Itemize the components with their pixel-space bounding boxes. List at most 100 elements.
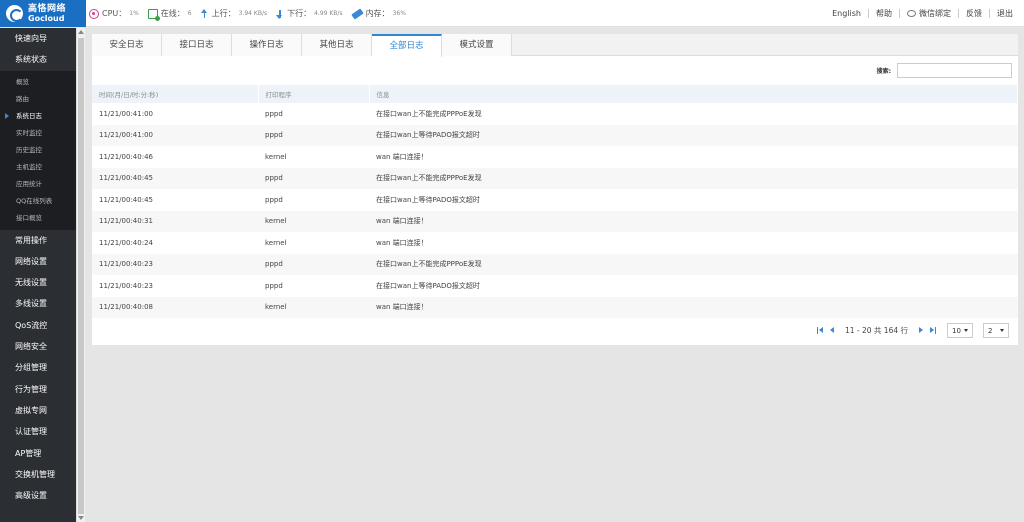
gocloud-logo-icon <box>6 5 23 22</box>
status-stats: CPU： 1% 在线： 6 上行： 3.94 KB/s 下行： 4.99 KB/… <box>89 0 410 27</box>
cpu-value: 1% <box>129 10 139 17</box>
sidebar-item-system-status[interactable]: 系统状态 <box>0 49 76 70</box>
cell-message: wan 端口连接！ <box>369 296 1018 318</box>
tab-other-log[interactable]: 其他日志 <box>302 34 372 56</box>
cell-message: 在接口wan上等待PADO报文超时 <box>376 281 480 290</box>
upload-arrow-icon <box>200 8 209 19</box>
log-tabs: 安全日志 接口日志 操作日志 其他日志 全部日志 模式设置 <box>92 34 1018 57</box>
sidebar-item-quick-guide[interactable]: 快速向导 <box>0 28 76 49</box>
sidebar-item-network-settings[interactable]: 网络设置 <box>0 251 76 272</box>
sidebar-item-multiline-settings[interactable]: 多线设置 <box>0 293 76 314</box>
cpu-stat: CPU： 1% <box>89 8 139 19</box>
table-header-row: 时间(月/日/时:分:秒) 打印程序 信息 <box>92 85 1018 103</box>
sidebar-item-group-management[interactable]: 分组管理 <box>0 357 76 378</box>
cell-time: 11/21/00:40:23 <box>99 281 153 290</box>
scroll-down-arrow-icon[interactable] <box>78 516 84 520</box>
memory-icon <box>350 7 364 20</box>
cell-message: 在接口wan上不能完成PPPoE发现 <box>369 253 1018 275</box>
upload-stat: 上行： 3.94 KB/s <box>200 8 268 19</box>
table-row: 11/21/00:41:00 pppd 在接口wan上等待PADO报文超时 <box>92 124 1018 146</box>
sidebar-subitem-route[interactable]: 路由 <box>0 91 76 108</box>
cell-program: pppd <box>258 253 369 275</box>
online-stat: 在线： 6 <box>147 8 192 21</box>
cell-message: wan 端口连接！ <box>376 152 428 161</box>
tab-interface-log[interactable]: 接口日志 <box>162 34 232 56</box>
online-value: 6 <box>187 10 192 17</box>
last-page-icon[interactable] <box>929 326 937 335</box>
wechat-icon <box>907 10 916 17</box>
sidebar-subitem-interface-overview[interactable]: 接口概览 <box>0 210 76 227</box>
memory-value: 36% <box>392 10 406 17</box>
table-row: 11/21/00:40:45 pppd 在接口wan上不能完成PPPoE发现 <box>92 167 1018 189</box>
sidebar-item-vpn[interactable]: 虚拟专网 <box>0 400 76 421</box>
sidebar-subitem-qq-online[interactable]: QQ在线列表 <box>0 193 76 210</box>
prev-page-icon[interactable] <box>828 326 836 335</box>
sidebar-subitem-overview[interactable]: 概览 <box>0 74 76 91</box>
tab-operation-log[interactable]: 操作日志 <box>232 34 302 56</box>
sidebar-item-network-security[interactable]: 网络安全 <box>0 336 76 357</box>
cell-message: 在接口wan上不能完成PPPoE发现 <box>369 167 1018 189</box>
cell-message: 在接口wan上等待PADO报文超时 <box>376 195 480 204</box>
feedback-link[interactable]: 反馈 <box>958 9 989 18</box>
download-stat: 下行： 4.99 KB/s <box>276 8 343 19</box>
brand-name-en: Gocloud <box>28 13 65 23</box>
scroll-up-arrow-icon[interactable] <box>78 30 84 34</box>
next-page-icon[interactable] <box>917 326 925 335</box>
cell-time: 11/21/00:40:24 <box>99 238 153 247</box>
chevron-down-icon <box>1000 329 1004 332</box>
sidebar-item-wireless-settings[interactable]: 无线设置 <box>0 272 76 293</box>
page-size-select[interactable]: 10 <box>947 323 973 338</box>
table-row: 11/21/00:40:23 pppd 在接口wan上不能完成PPPoE发现 <box>92 253 1018 275</box>
cell-time: 11/21/00:40:23 <box>92 253 258 275</box>
column-header-program[interactable]: 打印程序 <box>258 85 370 103</box>
sidebar-item-behavior-management[interactable]: 行为管理 <box>0 379 76 400</box>
help-link[interactable]: 帮助 <box>868 9 899 18</box>
tab-mode-settings[interactable]: 模式设置 <box>442 34 512 56</box>
download-value: 4.99 KB/s <box>314 10 343 17</box>
english-link[interactable]: English <box>825 9 868 18</box>
cell-program: pppd <box>265 281 283 290</box>
sidebar-subitem-history-monitor[interactable]: 历史监控 <box>0 142 76 159</box>
cell-program: pppd <box>265 195 283 204</box>
tab-all-log[interactable]: 全部日志 <box>372 34 442 57</box>
wechat-bind-link[interactable]: 微信绑定 <box>899 9 958 18</box>
download-arrow-icon <box>276 9 284 19</box>
search-row: 搜索: <box>877 63 1012 78</box>
cell-time: 11/21/00:41:00 <box>99 109 153 118</box>
sidebar-subitem-host-monitor[interactable]: 主机监控 <box>0 159 76 176</box>
cell-time: 11/21/00:40:46 <box>99 152 153 161</box>
sidebar-subitem-realtime-monitor[interactable]: 实时监控 <box>0 125 76 142</box>
logout-link[interactable]: 退出 <box>989 9 1020 18</box>
search-input[interactable] <box>897 63 1012 78</box>
scrollbar-thumb[interactable] <box>78 38 84 514</box>
monitor-icon <box>147 8 160 21</box>
cell-time: 11/21/00:40:31 <box>92 210 258 232</box>
table-row: 11/21/00:40:31 kernel wan 端口连接！ <box>92 210 1018 232</box>
cell-program: kernel <box>265 152 287 161</box>
cell-program: kernel <box>265 238 287 247</box>
pagination: 11 - 20 共 164 行 10 2 <box>816 323 1009 338</box>
sidebar-submenu: 概览 路由 系统日志 实时监控 历史监控 主机监控 应用统计 QQ在线列表 接口… <box>0 70 76 230</box>
upload-value: 3.94 KB/s <box>238 10 268 17</box>
column-header-time[interactable]: 时间(月/日/时:分:秒) <box>92 85 259 103</box>
brand-logo[interactable]: 高恪网络 Gocloud <box>0 0 86 27</box>
sidebar-scrollbar[interactable] <box>76 28 85 522</box>
sidebar-item-ap-management[interactable]: AP管理 <box>0 443 76 464</box>
sidebar-item-advanced-settings[interactable]: 高级设置 <box>0 485 76 506</box>
search-label: 搜索: <box>876 68 891 75</box>
page-number-select[interactable]: 2 <box>983 323 1009 338</box>
cell-program: kernel <box>258 296 369 318</box>
first-page-icon[interactable] <box>816 326 824 335</box>
cell-program: pppd <box>265 109 283 118</box>
sidebar-item-common-ops[interactable]: 常用操作 <box>0 230 76 251</box>
sidebar-item-auth-management[interactable]: 认证管理 <box>0 421 76 442</box>
table-row: 11/21/00:41:00 pppd 在接口wan上不能完成PPPoE发现 <box>92 103 1018 125</box>
cell-message: wan 端口连接！ <box>369 210 1018 232</box>
log-table-body: 11/21/00:41:00 pppd 在接口wan上不能完成PPPoE发现 11/2… <box>92 103 1018 318</box>
sidebar-subitem-system-log[interactable]: 系统日志 <box>0 108 76 125</box>
sidebar-item-switch-management[interactable]: 交换机管理 <box>0 464 76 485</box>
sidebar-subitem-app-stats[interactable]: 应用统计 <box>0 176 76 193</box>
column-header-message[interactable]: 信息 <box>369 85 1018 103</box>
sidebar-item-qos[interactable]: QoS流控 <box>0 315 76 336</box>
tab-security-log[interactable]: 安全日志 <box>92 34 162 56</box>
